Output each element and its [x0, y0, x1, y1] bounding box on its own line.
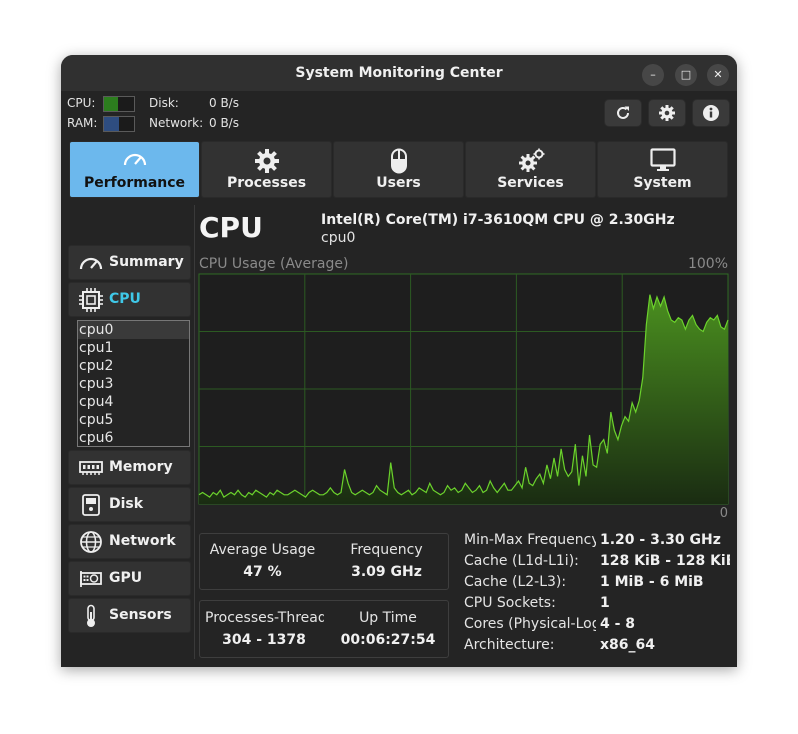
frequency-value: 3.09 GHz [351, 564, 422, 580]
detail-value: 1 [600, 595, 610, 611]
tab-users[interactable]: Users [333, 141, 464, 198]
sidebar-item-network[interactable]: Network [68, 524, 191, 559]
usage-frequency-box: Average Usage 47 % Frequency 3.09 GHz [199, 533, 449, 590]
detail-label: Cores (Physical-Logical): [464, 616, 596, 632]
close-button[interactable]: ✕ [707, 64, 729, 86]
cpu-summary-meter-fill [104, 97, 119, 111]
speedometer-icon [79, 257, 103, 270]
refresh-button[interactable] [604, 99, 642, 127]
gears-icon [518, 148, 544, 172]
graph-max-label: 100% [687, 256, 728, 272]
maximize-button[interactable]: □ [675, 64, 697, 86]
cpu-list-item[interactable]: cpu0 [78, 321, 189, 339]
sidebar-item-gpu[interactable]: GPU [68, 561, 191, 596]
uptime-label: Up Time [359, 610, 417, 626]
frequency-label: Frequency [350, 542, 423, 558]
gear-icon [659, 105, 675, 121]
page-title: CPU [199, 211, 263, 244]
ram-summary-label: RAM: [67, 116, 98, 130]
window-title: System Monitoring Center [295, 65, 503, 81]
graph-min-label: 0 [719, 506, 728, 521]
maximize-icon: □ [680, 68, 692, 81]
settings-button[interactable] [648, 99, 686, 127]
gear-icon [254, 149, 279, 173]
speedometer-icon [123, 153, 146, 166]
uptime-value: 00:06:27:54 [340, 632, 436, 648]
sidebar-item-memory[interactable]: Memory [68, 450, 191, 485]
sidebar-item-label: Sensors [109, 607, 172, 623]
mouse-icon [390, 148, 407, 174]
minimize-button[interactable]: – [642, 64, 664, 86]
network-summary-label: Network: [149, 116, 204, 130]
sidebar-item-label: Memory [109, 459, 173, 475]
average-usage-value: 47 % [243, 564, 282, 580]
gpu-icon [80, 571, 102, 587]
detail-value: x86_64 [600, 637, 655, 653]
thermometer-icon [87, 604, 95, 627]
tab-services[interactable]: Services [465, 141, 596, 198]
chip-icon [79, 288, 103, 312]
detail-value: 128 KiB - 128 KiB [600, 553, 730, 569]
ram-summary-meter [103, 116, 135, 132]
detail-value: 1.20 - 3.30 GHz [600, 532, 721, 548]
sidebar-item-label: Summary [109, 254, 184, 270]
cpu-list-item[interactable]: cpu2 [78, 357, 189, 375]
detail-label: Architecture: [464, 637, 555, 653]
ram-icon [79, 461, 103, 475]
tab-label: Services [497, 175, 564, 191]
cpu-list-item[interactable]: cpu6 [78, 429, 189, 446]
sidebar-item-label: CPU [109, 291, 141, 307]
tab-label: Processes [226, 175, 307, 191]
tab-label: Performance [83, 175, 186, 191]
graph-title: CPU Usage (Average) [199, 256, 349, 272]
cpu-summary-label: CPU: [67, 96, 96, 110]
app-window: System Monitoring Center – □ ✕ CPU: RAM:… [61, 55, 737, 667]
sidebar-item-label: Disk [109, 496, 144, 512]
sidebar-item-label: Network [109, 533, 176, 549]
disk-icon [82, 494, 100, 516]
cpu-list-item[interactable]: cpu1 [78, 339, 189, 357]
minimize-icon: – [650, 68, 656, 81]
detail-value: 1 MiB - 6 MiB [600, 574, 704, 590]
globe-icon [80, 531, 102, 553]
disk-summary-label: Disk: [149, 96, 179, 110]
refresh-icon [617, 106, 629, 119]
ram-summary-meter-fill [104, 117, 119, 131]
tab-label: Users [376, 175, 421, 191]
cpu-model-name: Intel(R) Core(TM) i7-3610QM CPU @ 2.30GH… [321, 212, 675, 228]
selected-cpu-name: cpu0 [321, 230, 356, 246]
detail-value: 4 - 8 [600, 616, 636, 632]
cpu-list-item[interactable]: cpu3 [78, 375, 189, 393]
network-summary-value: 0 B/s [209, 116, 239, 130]
sidebar-item-label: GPU [109, 570, 143, 586]
detail-label: CPU Sockets: [464, 595, 556, 611]
cpu-usage-chart [198, 273, 729, 505]
cpu-list-item[interactable]: cpu4 [78, 393, 189, 411]
disk-summary-value: 0 B/s [209, 96, 239, 110]
processes-threads-label: Processes-Threads [205, 610, 324, 626]
close-icon: ✕ [713, 68, 723, 81]
tab-performance[interactable]: Performance [69, 141, 200, 198]
sidebar-item-sensors[interactable]: Sensors [68, 598, 191, 633]
panel-divider [194, 205, 195, 659]
cpu-list-item[interactable]: cpu5 [78, 411, 189, 429]
tab-system[interactable]: System [597, 141, 728, 198]
monitor-icon [649, 148, 676, 171]
tab-label: System [633, 175, 692, 191]
cpu-summary-meter [103, 96, 135, 112]
cpu-core-list[interactable]: cpu0 cpu1 cpu2 cpu3 cpu4 cpu5 cpu6 [77, 320, 190, 447]
info-icon [703, 105, 719, 121]
detail-label: Cache (L2-L3): [464, 574, 567, 590]
processes-threads-value: 304 - 1378 [222, 632, 306, 648]
processes-uptime-box: Processes-Threads 304 - 1378 Up Time 00:… [199, 600, 449, 658]
sidebar-item-cpu[interactable]: CPU [68, 282, 191, 317]
about-button[interactable] [692, 99, 730, 127]
title-bar[interactable]: System Monitoring Center – □ ✕ [61, 55, 737, 91]
detail-label: Min-Max Frequency [464, 532, 596, 548]
average-usage-label: Average Usage [209, 542, 316, 558]
tab-processes[interactable]: Processes [201, 141, 332, 198]
detail-label: Cache (L1d-L1i): [464, 553, 579, 569]
sidebar-item-summary[interactable]: Summary [68, 245, 191, 280]
sidebar-item-disk[interactable]: Disk [68, 487, 191, 522]
